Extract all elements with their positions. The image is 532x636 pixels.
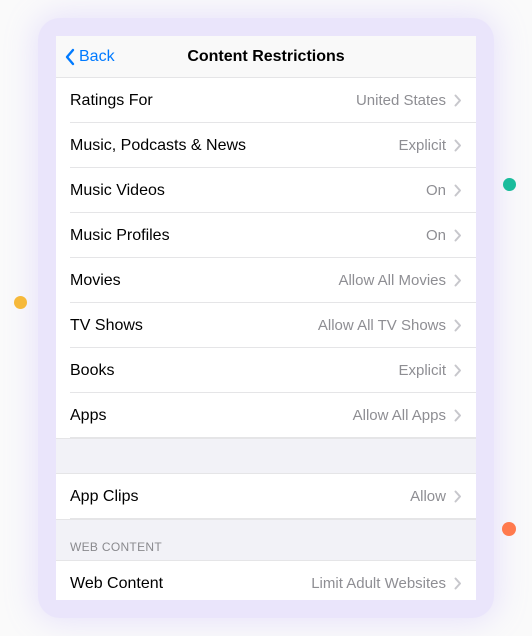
row-music-videos[interactable]: Music Videos On (56, 168, 476, 213)
row-books[interactable]: Books Explicit (56, 348, 476, 393)
row-music-profiles[interactable]: Music Profiles On (56, 213, 476, 258)
row-movies[interactable]: Movies Allow All Movies (56, 258, 476, 303)
row-label: TV Shows (70, 317, 318, 335)
row-label: Movies (70, 272, 338, 290)
chevron-right-icon (454, 409, 462, 422)
row-value: Explicit (398, 137, 446, 154)
chevron-right-icon (454, 319, 462, 332)
row-label: Ratings For (70, 92, 356, 110)
decorative-dot-orange (502, 522, 516, 536)
chevron-right-icon (454, 274, 462, 287)
row-tv-shows[interactable]: TV Shows Allow All TV Shows (56, 303, 476, 348)
chevron-right-icon (454, 490, 462, 503)
chevron-right-icon (454, 229, 462, 242)
phone-screen: Back Content Restrictions Ratings For Un… (56, 36, 476, 600)
row-value: Explicit (398, 362, 446, 379)
decorative-dot-teal (503, 178, 516, 191)
row-value: Allow All Apps (353, 407, 446, 424)
row-label: Books (70, 362, 398, 380)
chevron-right-icon (454, 577, 462, 590)
section-header-web-content: WEB CONTENT (56, 519, 476, 561)
back-button[interactable]: Back (56, 48, 115, 66)
row-value: On (426, 182, 446, 199)
chevron-right-icon (454, 184, 462, 197)
settings-list: Ratings For United States Music, Podcast… (56, 78, 476, 600)
row-music-podcasts-news[interactable]: Music, Podcasts & News Explicit (56, 123, 476, 168)
row-label: Apps (70, 407, 353, 425)
row-value: Limit Adult Websites (311, 575, 446, 592)
row-value: Allow All Movies (338, 272, 446, 289)
row-label: Music Profiles (70, 227, 426, 245)
page-title: Content Restrictions (56, 48, 476, 66)
chevron-right-icon (454, 94, 462, 107)
row-ratings-for[interactable]: Ratings For United States (56, 78, 476, 123)
row-label: Music Videos (70, 182, 426, 200)
row-value: Allow All TV Shows (318, 317, 446, 334)
row-web-content[interactable]: Web Content Limit Adult Websites (56, 561, 476, 600)
row-apps[interactable]: Apps Allow All Apps (56, 393, 476, 438)
chevron-right-icon (454, 139, 462, 152)
section-header-label: WEB CONTENT (70, 540, 162, 554)
row-label: Music, Podcasts & News (70, 137, 398, 155)
back-label: Back (79, 48, 115, 66)
decorative-dot-yellow (14, 296, 27, 309)
section-spacer (56, 438, 476, 474)
row-app-clips[interactable]: App Clips Allow (56, 474, 476, 519)
chevron-right-icon (454, 364, 462, 377)
row-value: On (426, 227, 446, 244)
row-label: App Clips (70, 488, 410, 506)
nav-bar: Back Content Restrictions (56, 36, 476, 78)
row-label: Web Content (70, 575, 311, 593)
row-value: Allow (410, 488, 446, 505)
row-value: United States (356, 92, 446, 109)
chevron-left-icon (64, 48, 76, 66)
